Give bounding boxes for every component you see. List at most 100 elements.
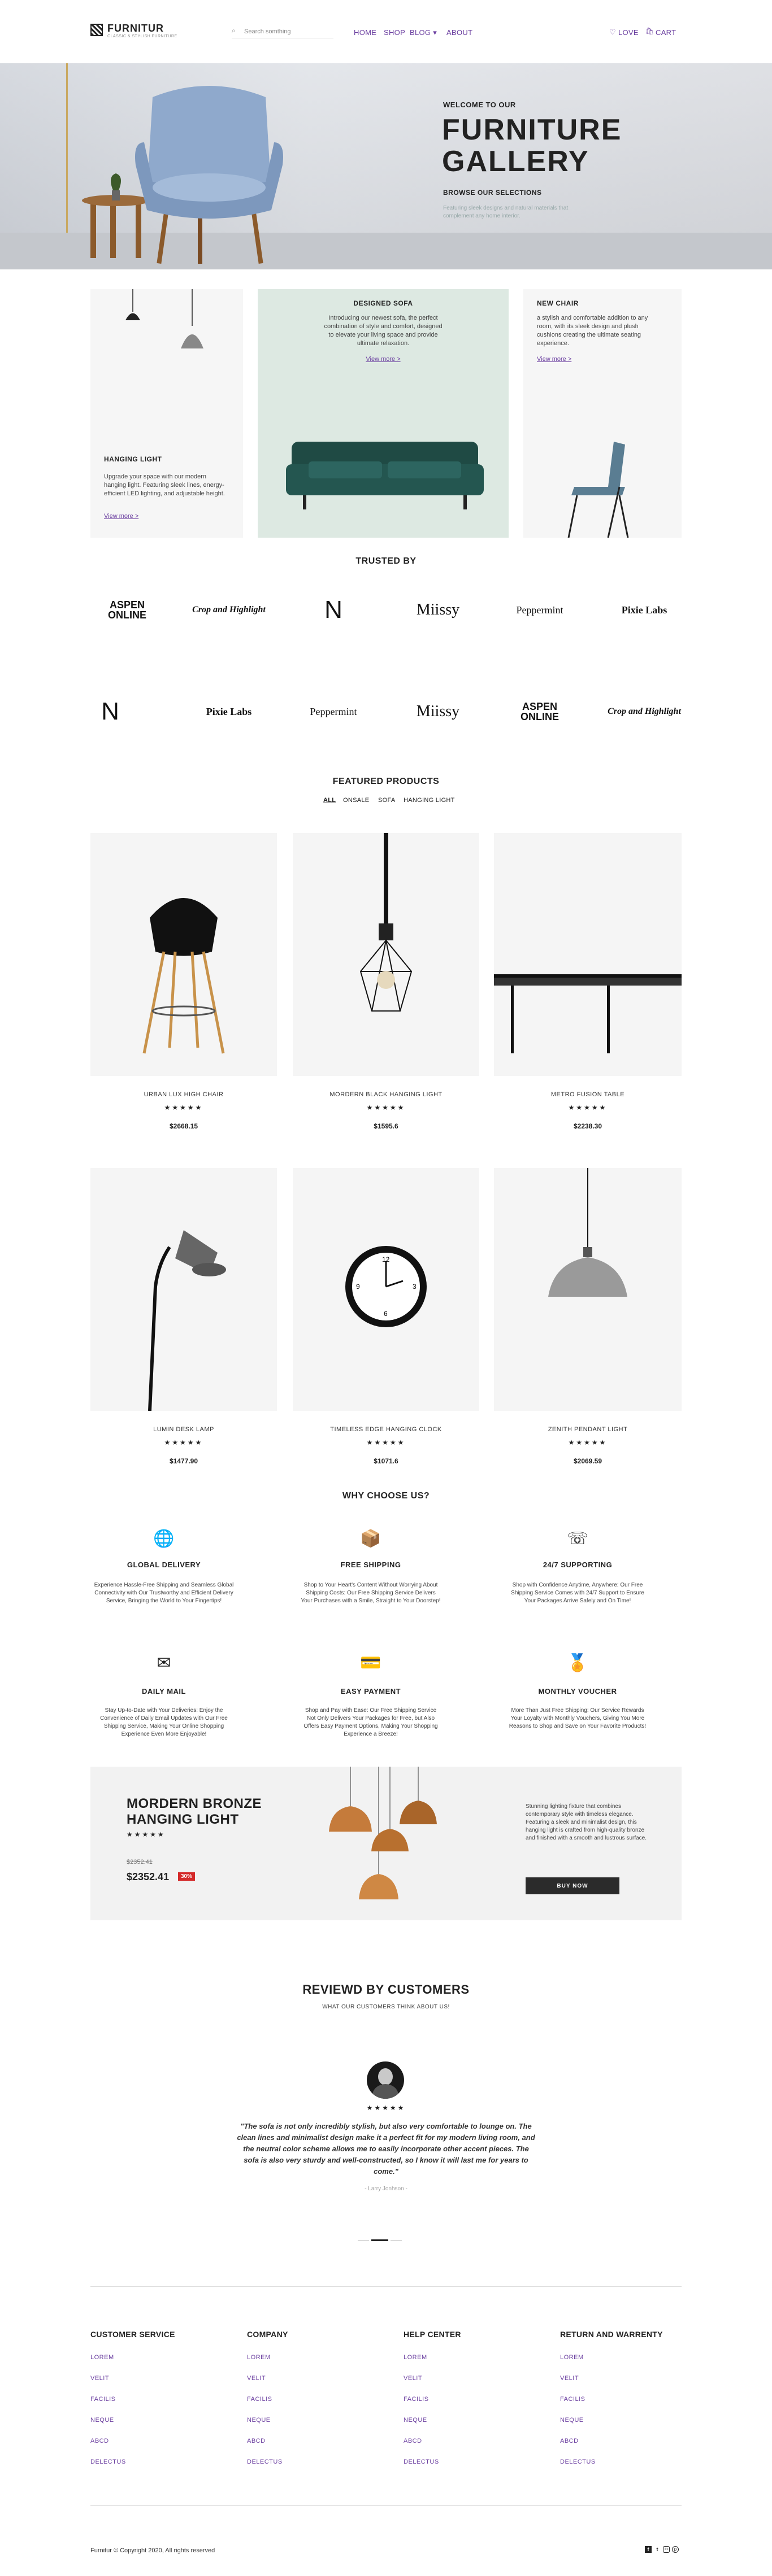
filter-onsale[interactable]: ONSALE <box>343 797 369 804</box>
cart-icon[interactable]: 🛍 <box>645 27 654 35</box>
footer-link[interactable]: LOREM <box>404 2354 427 2361</box>
product-name[interactable]: ZENITH PENDANT LIGHT <box>495 1426 681 1433</box>
filter-all[interactable]: ALL <box>323 797 336 804</box>
promo-title-1: MORDERN BRONZE <box>127 1796 262 1811</box>
love-link[interactable]: LOVE <box>618 28 639 37</box>
footer-divider <box>90 2505 682 2506</box>
product-name[interactable]: METRO FUSION TABLE <box>495 1091 681 1098</box>
footer-link[interactable]: NEQUE <box>90 2417 114 2424</box>
brand-pixie: Pixie Labs <box>621 604 667 616</box>
promo-rating: ★★★★★ <box>127 1830 166 1838</box>
product-name[interactable]: TIMELESS EDGE HANGING CLOCK <box>293 1426 479 1433</box>
reviews-title: REVIEWD BY CUSTOMERS <box>302 1982 470 1997</box>
panel-center-title: DESIGNED SOFA <box>353 299 413 307</box>
nav-home[interactable]: HOME <box>354 28 376 37</box>
footer-link[interactable]: VELIT <box>247 2375 266 2382</box>
logo-text[interactable]: FURNITUR <box>107 23 164 34</box>
panel-left-title: HANGING LIGHT <box>104 455 162 463</box>
product-card[interactable]: 12 3 6 9 <box>293 1168 479 1411</box>
footer-link[interactable]: LOREM <box>247 2354 271 2361</box>
product-name[interactable]: MORDERN BLACK HANGING LIGHT <box>293 1091 479 1098</box>
footer-link[interactable]: ABCD <box>404 2438 422 2444</box>
brand-n-2: N <box>101 698 119 725</box>
chair-illustration <box>567 442 629 538</box>
carousel-dot[interactable] <box>391 2240 402 2241</box>
footer-link[interactable]: DELECTUS <box>404 2459 439 2465</box>
facebook-icon[interactable]: f <box>645 2546 652 2553</box>
footer-link[interactable]: LOREM <box>90 2354 114 2361</box>
panel-center-text: Introducing our newest sofa, the perfect… <box>324 315 443 347</box>
footer-link[interactable]: VELIT <box>90 2375 109 2382</box>
filter-sofa[interactable]: SOFA <box>378 797 396 804</box>
footer-link[interactable]: LOREM <box>560 2354 584 2361</box>
hero-description: Featuring sleek designs and natural mate… <box>443 205 569 219</box>
product-card[interactable] <box>90 1168 277 1411</box>
footer-link[interactable]: FACILIS <box>404 2396 428 2403</box>
product-card[interactable] <box>494 833 682 1076</box>
svg-text:6: 6 <box>384 1310 388 1318</box>
avatar <box>367 2061 404 2099</box>
panel-right-view-more[interactable]: View more > <box>537 356 571 363</box>
search-icon: ⌕ <box>232 27 236 34</box>
nav-blog[interactable]: BLOG ▾ <box>410 28 437 37</box>
footer-link[interactable]: FACILIS <box>247 2396 272 2403</box>
product-name[interactable]: LUMIN DESK LAMP <box>90 1426 277 1433</box>
filter-hanging-light[interactable]: HANGING LIGHT <box>404 797 455 804</box>
nav-shop[interactable]: SHOP <box>384 28 405 37</box>
twitter-icon[interactable]: t <box>654 2546 661 2553</box>
black-hanging-light-image <box>359 833 413 1012</box>
footer-link[interactable]: DELECTUS <box>560 2459 596 2465</box>
hero-kicker: WELCOME TO OUR <box>443 101 516 109</box>
promo-title-2: HANGING LIGHT <box>127 1812 239 1827</box>
footer-link[interactable]: NEQUE <box>247 2417 271 2424</box>
svg-text:9: 9 <box>356 1283 360 1291</box>
product-rating: ★★★★★ <box>568 1439 608 1446</box>
site-header: FURNITUR CLASSIC & STYLISH FURNITURE ⌕ S… <box>0 0 772 63</box>
buy-now-button[interactable]: BUY NOW <box>526 1877 619 1894</box>
carousel-indicator[interactable] <box>358 2239 414 2241</box>
footer-link[interactable]: ABCD <box>247 2438 266 2444</box>
heart-icon[interactable]: ♡ <box>609 28 616 37</box>
nav-about[interactable]: ABOUT <box>446 28 472 37</box>
panel-left-view-more[interactable]: View more > <box>104 513 138 520</box>
footer-link[interactable]: DELECTUS <box>90 2459 126 2465</box>
footer-link[interactable]: ABCD <box>560 2438 579 2444</box>
product-card[interactable] <box>494 1168 682 1411</box>
discount-badge: 30% <box>178 1872 196 1881</box>
footer-link[interactable]: FACILIS <box>90 2396 115 2403</box>
product-name[interactable]: URBAN LUX HIGH CHAIR <box>90 1091 277 1098</box>
carousel-dot[interactable] <box>358 2240 369 2241</box>
phone-icon: ☏ <box>567 1529 588 1548</box>
feature-title: FREE SHIPPING <box>340 1561 401 1569</box>
product-rating: ★★★★★ <box>366 1104 406 1112</box>
brand-aspen: ASPEN ONLINE <box>107 599 146 621</box>
feature-title: DAILY MAIL <box>142 1687 186 1695</box>
search-box[interactable]: ⌕ Search somthing <box>232 26 333 38</box>
pinterest-icon[interactable]: p <box>672 2546 679 2553</box>
hanging-light-illustration <box>125 289 203 348</box>
instagram-icon[interactable]: in <box>663 2546 670 2553</box>
search-input[interactable]: Search somthing <box>244 28 291 35</box>
footer-link[interactable]: ABCD <box>90 2438 109 2444</box>
footer-link[interactable]: DELECTUS <box>247 2459 283 2465</box>
reviews-subtitle: WHAT OUR CUSTOMERS THINK ABOUT US! <box>322 2004 450 2010</box>
carousel-dot-active[interactable] <box>371 2239 388 2241</box>
feature-title: EASY PAYMENT <box>340 1687 401 1695</box>
cart-link[interactable]: CART <box>656 28 676 37</box>
desk-lamp-image <box>148 1230 226 1411</box>
product-card[interactable] <box>90 833 277 1076</box>
feature-text: Shop with Confidence Anytime, Anywhere: … <box>511 1582 644 1604</box>
product-rating: ★★★★★ <box>366 1439 406 1446</box>
feature-title: MONTHLY VOUCHER <box>538 1687 617 1695</box>
footer-link[interactable]: NEQUE <box>560 2417 584 2424</box>
footer-link[interactable]: VELIT <box>560 2375 579 2382</box>
armchair-illustration <box>82 86 283 264</box>
pendant-light-image <box>548 1168 627 1297</box>
product-card[interactable] <box>293 833 479 1076</box>
footer-link[interactable]: NEQUE <box>404 2417 427 2424</box>
footer-link[interactable]: FACILIS <box>560 2396 585 2403</box>
footer-link[interactable]: VELIT <box>404 2375 422 2382</box>
panel-center-view-more[interactable]: View more > <box>258 356 509 363</box>
feature-title: 24/7 SUPPORTING <box>543 1561 613 1569</box>
logo-icon[interactable] <box>90 24 103 36</box>
